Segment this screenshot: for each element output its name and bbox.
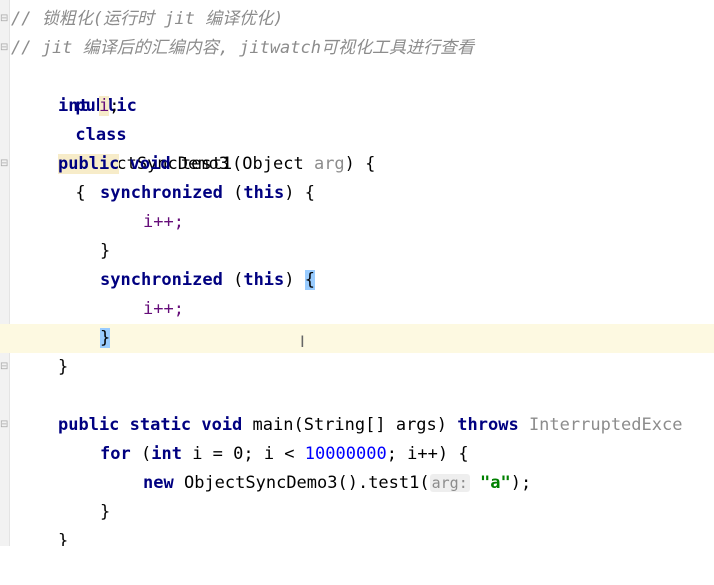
- method-signature: test1(Object: [180, 154, 304, 174]
- exception-type: InterruptedExce: [528, 415, 683, 435]
- code-line-9: }: [0, 237, 714, 266]
- semicolon: ;: [109, 96, 120, 116]
- punctuation: ): [284, 270, 295, 290]
- matched-brace: }: [100, 328, 111, 348]
- code-line-4: int i;: [0, 92, 714, 121]
- code-line-13: ⊟ }: [0, 353, 714, 382]
- statement: i++;: [143, 212, 184, 232]
- punctuation: (: [233, 270, 244, 290]
- code-line-18: }: [0, 498, 714, 527]
- text-cursor-icon: I: [300, 332, 305, 351]
- punctuation: ) {: [344, 154, 376, 174]
- keyword: this: [243, 183, 285, 203]
- expression: i = 0; i <: [192, 444, 295, 464]
- keyword: int: [151, 444, 182, 464]
- code-line-8: i++;: [0, 208, 714, 237]
- keyword: class: [75, 125, 127, 145]
- keyword: synchronized: [100, 183, 223, 203]
- keyword: public: [58, 154, 120, 174]
- keyword: static: [129, 415, 192, 435]
- keyword: for: [100, 444, 131, 464]
- punctuation: (: [233, 183, 244, 203]
- keyword: this: [243, 270, 285, 290]
- code-line-16: for (int i = 0; i < 10000000; i++) {: [0, 440, 714, 469]
- code-line-2: ⊟ // jit 编译后的汇编内容, jitwatch可视化工具进行查看: [0, 34, 714, 63]
- matched-brace: {: [304, 270, 316, 290]
- code-line-15: ⊟ public static void main(String[] args)…: [0, 411, 714, 440]
- brace: }: [100, 502, 111, 522]
- statement: i++;: [143, 299, 184, 319]
- comment: // jit 编译后的汇编内容, jitwatch可视化工具进行查看: [11, 38, 474, 58]
- code-line-6: ⊟ public void test1(Object arg) {: [0, 150, 714, 179]
- parameter-hint: arg:: [429, 474, 470, 492]
- keyword: new: [143, 473, 174, 493]
- method-call: ObjectSyncDemo3().test1(: [183, 473, 430, 493]
- code-line-7: synchronized (this) {: [0, 179, 714, 208]
- fold-marker-icon[interactable]: ⊟: [0, 13, 8, 24]
- keyword: public: [58, 415, 120, 435]
- code-line-3: public class ObjectSyncDemo3 {: [0, 63, 714, 203]
- punctuation: (: [140, 444, 152, 464]
- fold-marker-icon[interactable]: ⊟: [0, 419, 8, 430]
- fold-marker-icon[interactable]: ⊟: [0, 42, 8, 53]
- field-name: i: [98, 96, 110, 116]
- string-literal: "a": [479, 473, 511, 493]
- brace: }: [100, 241, 111, 261]
- punctuation: ) {: [284, 183, 315, 203]
- brace: }: [58, 531, 69, 546]
- code-line-11: i++;: [0, 295, 714, 324]
- brace: }: [58, 357, 69, 377]
- comment: // 锁粗化(运行时 jit 编译优化): [11, 9, 284, 29]
- fold-marker-icon[interactable]: ⊟: [0, 361, 8, 372]
- keyword: synchronized: [100, 270, 223, 290]
- code-line-1: ⊟ // 锁粗化(运行时 jit 编译优化): [0, 5, 714, 34]
- code-line-19: }: [0, 527, 714, 546]
- method-signature: main(String[] args): [252, 415, 448, 435]
- code-line-10: synchronized (this) {: [0, 266, 714, 295]
- punctuation: );: [510, 473, 532, 493]
- parameter: arg: [313, 154, 345, 174]
- expression: ; i++) {: [386, 444, 469, 464]
- code-line-17: new ObjectSyncDemo3().test1(arg: "a");: [0, 469, 714, 498]
- fold-marker-icon[interactable]: ⊟: [0, 158, 8, 169]
- number-literal: 10000000: [304, 444, 387, 464]
- keyword: throws: [457, 415, 519, 435]
- keyword: int: [58, 96, 89, 116]
- code-editor[interactable]: ⊟ // 锁粗化(运行时 jit 编译优化) ⊟ // jit 编译后的汇编内容…: [0, 0, 714, 546]
- keyword: void: [201, 415, 243, 435]
- keyword: void: [129, 154, 171, 174]
- current-line[interactable]: }: [0, 324, 714, 353]
